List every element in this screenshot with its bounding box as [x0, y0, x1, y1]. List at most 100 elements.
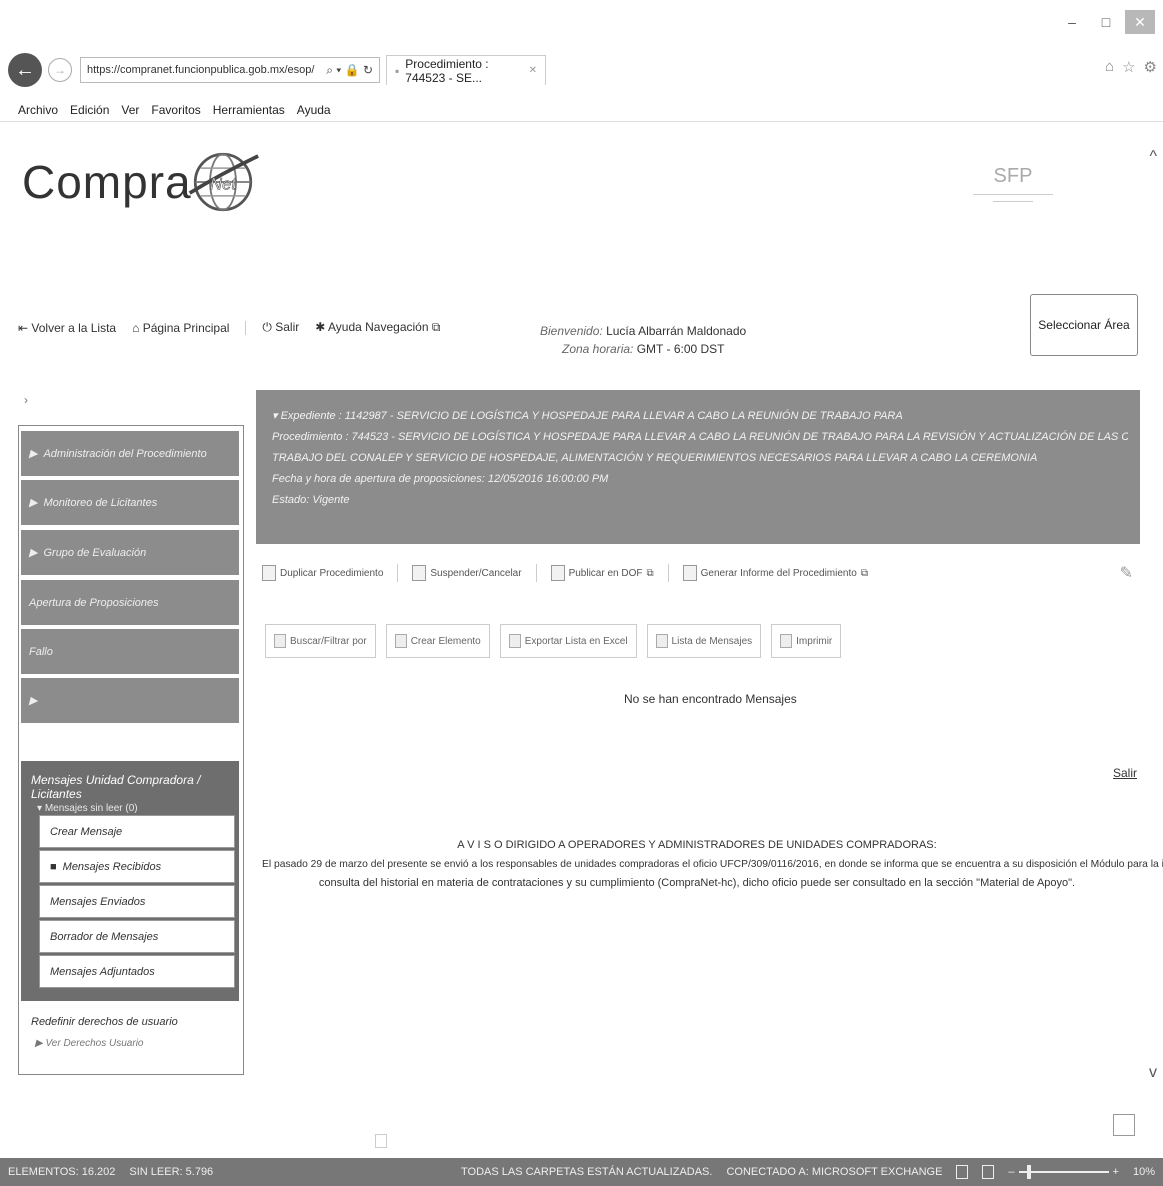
- suspend-cancel-button[interactable]: Suspender/Cancelar: [408, 560, 525, 586]
- duplicate-procedure-button[interactable]: Duplicar Procedimiento: [258, 560, 387, 586]
- browser-tab[interactable]: ▪ Procedimiento : 744523 - SE... ✕: [386, 55, 546, 85]
- close-button[interactable]: ✕: [1125, 10, 1155, 34]
- view-user-rights-label: Ver Derechos Usuario: [45, 1038, 144, 1049]
- compranet-logo[interactable]: Compra Net: [22, 145, 260, 219]
- zoom-in-icon[interactable]: +: [1113, 1166, 1119, 1178]
- address-bar[interactable]: https://compranet.funcionpublica.gob.mx/…: [80, 57, 380, 83]
- zoom-track[interactable]: [1018, 1165, 1109, 1179]
- menu-archivo[interactable]: Archivo: [18, 103, 58, 117]
- procedure-toolbar: Duplicar Procedimiento Suspender/Cancela…: [258, 560, 872, 586]
- top-navigation: ⇤ Volver a la Lista ⌂ Página Principal ⏻…: [18, 320, 440, 335]
- sidebar-item-administracion[interactable]: ▶ Administración del Procedimiento: [21, 431, 239, 476]
- external-link-icon: ⧉: [428, 320, 441, 334]
- globe-logo-icon: Net: [188, 152, 259, 212]
- procedimiento-text: Procedimiento : 744523 - SERVICIO DE LOG…: [272, 431, 1128, 443]
- collapse-triangle-icon[interactable]: ▾: [272, 410, 281, 422]
- unread-messages-label: Mensajes sin leer (0): [44, 803, 138, 814]
- maximize-button[interactable]: □: [1091, 10, 1121, 34]
- menu-favoritos[interactable]: Favoritos: [151, 103, 200, 117]
- menu-ayuda[interactable]: Ayuda: [297, 103, 331, 117]
- received-messages-label: Mensajes Recibidos: [62, 860, 162, 873]
- page-favicon-icon: ▪: [395, 63, 400, 78]
- zoom-slider[interactable]: – +: [1008, 1165, 1119, 1179]
- settings-gear-icon[interactable]: ⚙: [1144, 58, 1157, 76]
- menu-herramientas[interactable]: Herramientas: [213, 103, 285, 117]
- normal-view-icon[interactable]: [956, 1165, 969, 1179]
- select-area-button[interactable]: Seleccionar Área: [1030, 294, 1138, 356]
- create-message-link[interactable]: Crear Mensaje: [39, 815, 235, 848]
- draft-messages-link[interactable]: Borrador de Mensajes: [39, 920, 235, 953]
- collapse-chevron-icon[interactable]: ›: [24, 393, 28, 407]
- message-list-button[interactable]: Lista de Mensajes: [646, 624, 762, 658]
- arrow-icon: ▶: [35, 1038, 46, 1049]
- received-messages-link[interactable]: ■ Mensajes Recibidos: [39, 850, 235, 883]
- scroll-down-icon[interactable]: v: [1149, 1064, 1157, 1082]
- forward-arrow-icon[interactable]: →: [48, 58, 72, 82]
- sidebar-item-evaluacion[interactable]: ▶ Grupo de Evaluación: [21, 530, 239, 575]
- attachment-icon: [375, 1134, 387, 1148]
- help-navigation-label: Ayuda Navegación: [328, 320, 429, 334]
- attached-messages-link[interactable]: Mensajes Adjuntados: [39, 955, 235, 988]
- publish-dof-button[interactable]: Publicar en DOF ⧉: [547, 560, 658, 586]
- print-label: Imprimir: [796, 635, 833, 647]
- search-lock-refresh-icons[interactable]: ⌕ ▾ 🔒 ↻: [326, 63, 373, 78]
- sidebar-item-label: Apertura de Proposiciones: [29, 596, 159, 609]
- edit-pencil-icon[interactable]: ✎: [1120, 563, 1133, 583]
- home-page-link[interactable]: ⌂ Página Principal: [132, 321, 229, 335]
- home-icon[interactable]: ⌂: [1105, 58, 1114, 76]
- unread-messages-link[interactable]: ▾ Mensajes sin leer (0): [21, 801, 239, 814]
- sidebar-item-apertura[interactable]: Apertura de Proposiciones: [21, 580, 239, 625]
- publish-dof-label: Publicar en DOF: [568, 567, 643, 579]
- print-button[interactable]: Imprimir: [771, 624, 842, 658]
- status-bar: ELEMENTOS: 16.202 SIN LEER: 5.796 TODAS …: [0, 1158, 1163, 1186]
- scroll-up-icon[interactable]: ^: [1149, 148, 1157, 166]
- document-icon: [412, 565, 427, 581]
- sfp-logo: SFP: [963, 165, 1063, 225]
- back-arrow-icon[interactable]: ←: [8, 53, 42, 87]
- browser-titlebar: – □ ✕ ← → https://compranet.funcionpubli…: [0, 0, 1163, 96]
- home-page-label: Página Principal: [142, 320, 230, 335]
- printer-icon: [780, 634, 793, 648]
- sent-messages-link[interactable]: Mensajes Enviados: [39, 885, 235, 918]
- divider: [397, 564, 399, 582]
- salir-link[interactable]: Salir: [1113, 766, 1137, 780]
- zoom-thumb[interactable]: [1026, 1165, 1031, 1179]
- view-user-rights-link[interactable]: ▶ Ver Derechos Usuario: [35, 1038, 143, 1049]
- list-icon: [655, 634, 668, 648]
- timezone-label: Zona horaria:: [562, 342, 634, 356]
- new-document-icon: [394, 634, 407, 648]
- sfp-logo-text: SFP: [993, 165, 1033, 187]
- browser-right-icons: ⌂ ☆ ⚙: [1105, 58, 1157, 76]
- sidebar-item-empty[interactable]: ▶: [21, 678, 239, 723]
- expand-arrow-icon: ▶: [29, 695, 38, 707]
- sidebar-item-monitoreo[interactable]: ▶ Monitoreo de Licitantes: [21, 480, 239, 525]
- search-filter-button[interactable]: Buscar/Filtrar por: [265, 624, 376, 658]
- procedure-banner: ▾ Expediente : 1142987 - SERVICIO DE LOG…: [256, 390, 1140, 544]
- sidebar-item-label: Administración del Procedimiento: [43, 447, 207, 460]
- favorites-star-icon[interactable]: ☆: [1122, 58, 1135, 76]
- tab-close-icon[interactable]: ✕: [529, 65, 537, 76]
- sidebar-item-fallo[interactable]: Fallo: [21, 629, 239, 674]
- address-url[interactable]: https://compranet.funcionpublica.gob.mx/…: [87, 64, 320, 76]
- expand-arrow-icon: ▶: [29, 448, 38, 460]
- zoom-out-icon[interactable]: –: [1008, 1166, 1014, 1178]
- menu-edicion[interactable]: Edición: [70, 103, 109, 117]
- exchange-status: CONECTADO A: MICROSOFT EXCHANGE: [726, 1166, 943, 1178]
- menu-ver[interactable]: Ver: [121, 103, 139, 117]
- procedimiento-text-cont: TRABAJO DEL CONALEP Y SERVICIO DE HOSPED…: [272, 452, 1038, 464]
- folders-status: TODAS LAS CARPETAS ESTÁN ACTUALIZADAS.: [461, 1166, 713, 1178]
- user-name: Lucía Albarrán Maldonado: [606, 324, 747, 338]
- generate-report-button[interactable]: Generar Informe del Procedimiento ⧉: [679, 560, 872, 586]
- help-navigation-link[interactable]: ✱ Ayuda Navegación ⧉: [315, 320, 440, 335]
- back-to-list-link[interactable]: ⇤ Volver a la Lista: [18, 321, 116, 335]
- document-icon: [262, 565, 276, 581]
- export-excel-button[interactable]: Exportar Lista en Excel: [499, 624, 637, 658]
- back-arrow-small-icon: ⇤: [18, 320, 32, 335]
- reading-view-icon[interactable]: [982, 1165, 995, 1179]
- export-excel-label: Exportar Lista en Excel: [524, 635, 628, 647]
- external-link-icon: ⧉: [860, 567, 868, 579]
- logout-link[interactable]: ⏻ Salir: [262, 320, 299, 335]
- create-element-button[interactable]: Crear Elemento: [385, 624, 490, 658]
- notice-line-1: El pasado 29 de marzo del presente se en…: [262, 859, 1163, 870]
- minimize-button[interactable]: –: [1057, 10, 1087, 34]
